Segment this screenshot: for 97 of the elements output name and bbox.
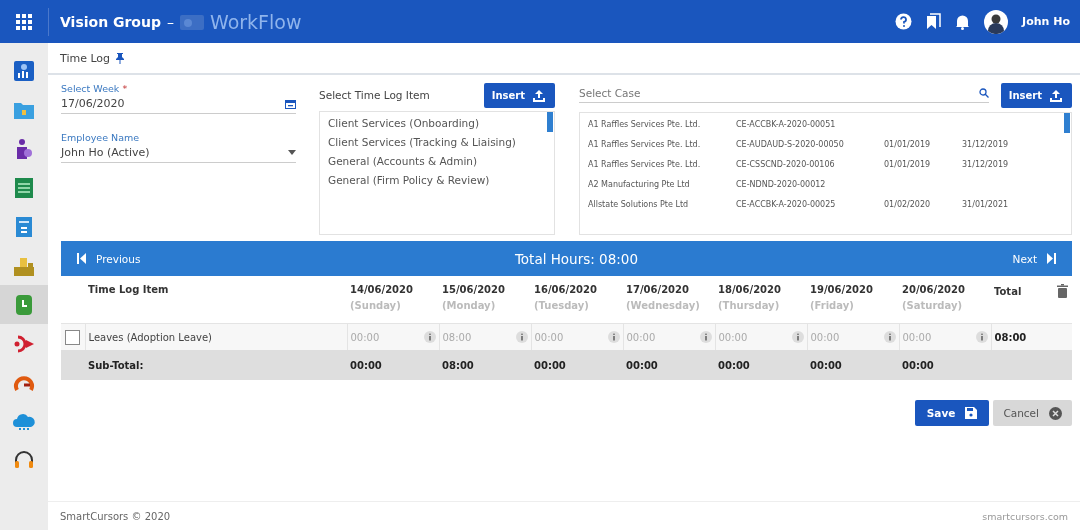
case-search-input[interactable]: Select Case [579,87,979,99]
info-icon[interactable] [883,331,896,343]
page-title: Time Log [60,51,111,65]
column-header: Total [994,285,1022,297]
upload-icon [1048,87,1064,104]
weekday-label: (Friday) [810,300,855,311]
chart-icon[interactable] [13,59,35,82]
case-code-cell[interactable]: CE-CSSCND-2020-00106 [736,159,884,169]
product-name: WorkFlow [210,10,302,33]
apps-menu-icon[interactable] [16,13,32,30]
insert-button[interactable]: Insert [483,83,555,108]
weekday-label: (Tuesday) [534,300,590,311]
weekday-label: (Thursday) [718,300,781,311]
info-icon[interactable] [699,331,712,343]
logo-icon [180,12,204,31]
company-cell[interactable]: A1 Raffles Services Pte. Ltd. [588,119,736,129]
scrollbar-thumb[interactable] [547,112,553,132]
company-cell[interactable]: A1 Raffles Services Pte. Ltd. [588,139,736,149]
cancel-button[interactable]: Cancel [993,400,1072,426]
app-title: Vision Group [60,13,161,30]
search-icon[interactable] [978,88,989,98]
date-header: 18/06/2020 [718,284,781,295]
title-separator: – [167,13,174,30]
weekday-label: (Saturday) [902,300,964,311]
document-icon[interactable] [14,215,34,238]
subtotal-value: 00:00 [810,359,842,371]
save-button[interactable]: Save [914,400,990,426]
subtotal-value: 00:00 [626,359,658,371]
target-icon[interactable] [12,333,36,354]
user-name[interactable]: John Ho [1022,15,1070,28]
date-header: 20/06/2020 [902,284,965,295]
date-header: 19/06/2020 [810,284,873,295]
copyright-text: SmartCursors © 2020 [60,510,171,522]
start-date-cell-text: 01/01/2019 [884,159,932,169]
list-item[interactable]: Client Services (Onboarding) [328,117,546,129]
weekday-label: (Sunday) [350,300,402,311]
company-cell[interactable]: A2 Manufacturing Pte Ltd [588,179,736,189]
dropdown-caret-icon[interactable] [288,150,296,155]
end-date-cell-text: 31/12/2019 [962,139,1010,149]
next-button[interactable]: Next [1012,252,1056,265]
bookmarks-icon[interactable] [926,13,942,30]
calendar-icon[interactable] [285,98,296,109]
weekday-label: (Wednesday) [626,300,701,311]
user-avatar[interactable] [984,9,1009,34]
end-date-cell-text: 31/01/2021 [962,199,1010,209]
subtotal-value: 00:00 [350,359,382,371]
company-cell[interactable]: Allstate Solutions Pte Ltd [588,199,736,209]
clock-icon[interactable] [15,293,33,316]
case-search-field[interactable]: Select Case [579,87,989,103]
help-icon[interactable] [895,13,913,30]
company-cell[interactable]: A1 Raffles Services Pte. Ltd. [588,159,736,169]
employee-dropdown[interactable]: Employee Name John Ho (Active) [61,132,296,163]
row-checkbox[interactable] [65,329,81,345]
info-icon[interactable] [791,331,804,343]
list-item[interactable]: General (Accounts & Admin) [328,155,546,167]
info-icon[interactable] [423,331,436,343]
info-icon[interactable] [515,331,528,343]
pin-icon[interactable] [116,52,125,64]
upload-icon [531,87,547,104]
weekday-label: (Monday) [442,300,497,311]
skip-back-icon [77,253,86,264]
time-log-item-label: Select Time Log Item [319,89,430,101]
end-date-cell-text: 31/12/2019 [962,159,1010,169]
list-item[interactable]: General (Firm Policy & Review) [328,174,546,186]
case-code-cell[interactable]: CE-ACCBK-A-2020-00025 [736,199,884,209]
date-header: 15/06/2020 [442,284,505,295]
subtotal-value: 00:00 [718,359,750,371]
info-icon[interactable] [975,331,988,343]
person-icon[interactable] [14,137,34,160]
column-header: Time Log Item [88,284,169,295]
case-code-cell[interactable]: CE-AUDAUD-S-2020-00050 [736,139,884,149]
start-date-cell-text: 01/01/2019 [884,139,932,149]
subtotal-value: 00:00 [534,359,566,371]
subtotal-label: Sub-Total: [88,359,144,371]
case-code-cell[interactable]: CE-ACCBK-A-2020-00051 [736,119,884,129]
spreadsheet-icon[interactable] [14,176,34,199]
week-date-field[interactable]: Select Week * 17/06/2020 [61,83,296,114]
insert-button[interactable]: Insert [1000,83,1072,108]
previous-button[interactable]: Previous [77,252,141,265]
scrollbar-thumb[interactable] [1064,113,1070,133]
list-item[interactable]: Client Services (Tracking & Liaising) [328,136,546,148]
close-icon [1049,406,1062,420]
subtotal-value: 00:00 [902,359,934,371]
skip-forward-icon [1047,253,1056,264]
notification-bell-icon[interactable] [955,13,971,30]
total-hours: Total Hours: 08:00 [513,250,639,267]
delete-icon[interactable] [1057,284,1068,298]
start-date-cell-text: 01/02/2020 [884,199,932,209]
cloud-icon[interactable] [12,412,36,431]
date-header: 17/06/2020 [626,284,689,295]
info-icon[interactable] [607,331,620,343]
time-log-item-cell: Leaves (Adoption Leave) [88,331,212,343]
row-total: 08:00 [994,331,1027,343]
date-header: 16/06/2020 [534,284,597,295]
date-header: 14/06/2020 [350,284,413,295]
case-code-cell[interactable]: CE-NDND-2020-00012 [736,179,884,189]
subtotal-value: 08:00 [442,359,474,371]
